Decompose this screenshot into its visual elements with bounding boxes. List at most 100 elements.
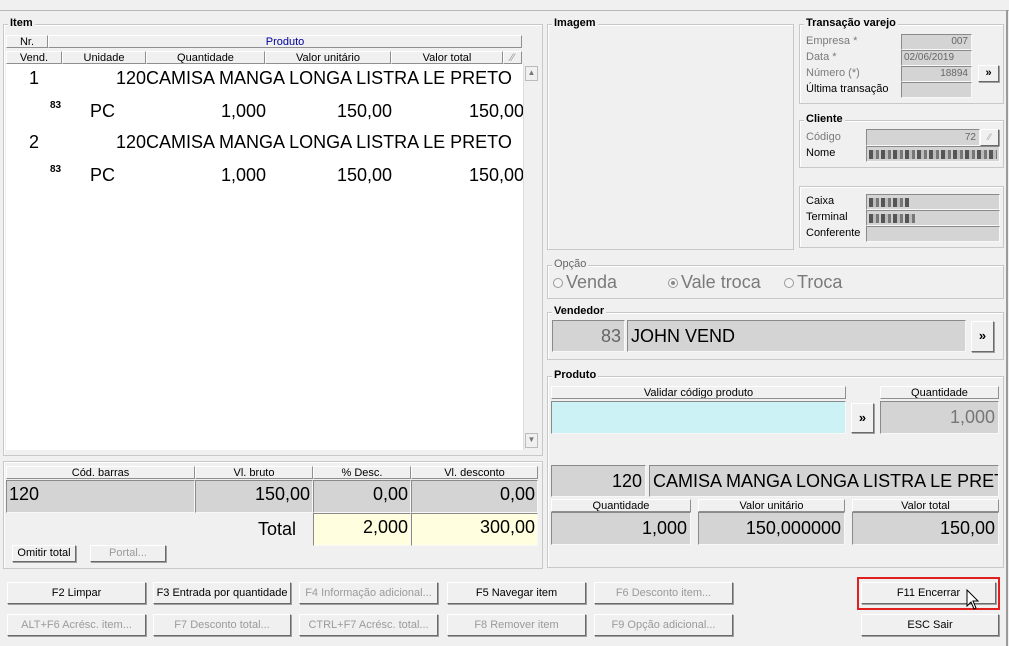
transacao-title: Transação varejo [804,17,898,29]
produto-quantidade-input[interactable]: 1,000 [880,401,999,434]
redacted-name [869,150,997,159]
radio-vale-troca-icon [668,278,678,289]
conferente-field [866,226,1000,242]
opcao-troca-radio[interactable]: Troca [784,272,842,293]
item-1-valor-unitario: 150,00 [336,101,392,121]
empresa-label: Empresa * [806,35,858,47]
vl-bruto-value: 150,00 [195,480,313,513]
produto-valor-unitario-header: Valor unitário [698,499,845,512]
col-valor-total-header[interactable]: Valor total [391,51,503,64]
item-grid-scrollbar[interactable]: ▲ ▼ [523,64,538,450]
f7-desconto-total-button[interactable]: F7 Desconto total... [153,614,291,636]
f8-remover-item-button[interactable]: F8 Remover item [447,614,586,636]
vendedor-title: Vendedor [552,305,607,317]
col-vl-desconto-header: Vl. desconto [411,466,538,479]
produto-valor-total-display: 150,00 [852,512,999,545]
produto-title: Produto [552,369,599,381]
produto-codigo-display: 120 [551,465,646,497]
col-unidade-header[interactable]: Unidade [62,51,146,64]
item-2-unidade: PC [90,165,116,185]
mouse-cursor-icon [966,589,980,610]
item-2-nr: 2 [28,132,39,152]
col-vend-header[interactable]: Vend. [6,51,62,64]
vendedor-nome-field: JOHN VEND [627,320,966,352]
col-vl-bruto-header: Vl. bruto [195,466,313,479]
cliente-codigo-field: 72 [866,129,980,146]
f6-desconto-item-button[interactable]: F6 Desconto item... [594,582,733,604]
column-chooser-icon[interactable]: ⁄⁄ [503,51,522,64]
cliente-nome-field [866,146,1000,162]
caixa-field [866,194,1000,210]
radio-venda-icon [553,278,563,289]
esc-sair-button[interactable]: ESC Sair [861,614,999,636]
item-1-quantidade: 1,000 [220,101,266,121]
col-produto-header[interactable]: Produto [48,35,522,48]
ctrl-f7-acresc-total-button[interactable]: CTRL+F7 Acrésc. total... [299,614,438,636]
produto-qtd-header: Quantidade [551,499,691,512]
total-label: Total [258,519,297,539]
terminal-field [866,210,1000,226]
window-top-strip [0,0,1009,11]
produto-codigo-input[interactable] [551,401,846,434]
item-1-nr: 1 [28,68,39,88]
omitir-total-button[interactable]: Omitir total [12,545,76,562]
data-label: Data * [806,51,837,63]
item-2-produto: 120CAMISA MANGA LONGA LISTRA LE PRETO [116,132,512,152]
item-2-vend: 83 [50,164,62,175]
numero-field: 18894 [901,66,972,82]
cliente-lookup-icon[interactable]: ⁄⁄ [980,129,999,146]
cliente-nome-label: Nome [806,147,836,159]
col-pct-desc-header: % Desc. [313,466,411,479]
ultima-transacao-field [901,82,972,98]
data-field: 02/06/2019 [901,50,972,66]
numero-label: Número (*) [806,67,860,79]
item-2-quantidade: 1,000 [220,165,266,185]
radio-troca-icon [784,278,794,289]
imagem-panel: Imagem [547,17,794,250]
vendedor-codigo-field: 83 [552,320,625,352]
col-nr-header[interactable]: Nr. [6,35,48,48]
f5-navegar-item-button[interactable]: F5 Navegar item [447,582,586,604]
item-1-unidade: PC [90,101,116,121]
total-quantidade-value: 2,000 [313,513,411,546]
cliente-title: Cliente [804,113,845,125]
produto-descricao-display: CAMISA MANGA LONGA LISTRA LE PRETO [649,465,999,497]
caixa-label: Caixa [806,195,835,207]
item-2-valor-unitario: 150,00 [336,165,392,185]
produto-qtd-display: 1,000 [551,512,691,545]
ultima-transacao-label: Última transação [806,83,889,95]
col-quantidade-header[interactable]: Quantidade [146,51,265,64]
conferente-label: Conferente [806,227,861,239]
produto-quantidade-header: Quantidade [880,386,999,399]
item-1-valor-total: 150,00 [468,101,524,121]
opcao-vale-troca-radio[interactable]: Vale troca [668,272,761,293]
item-1-vend: 83 [50,100,62,111]
item-2-valor-total: 150,00 [468,165,524,185]
imagem-title: Imagem [552,17,598,29]
produto-valor-total-header: Valor total [852,499,999,512]
f4-informacao-adicional-button[interactable]: F4 Informação adicional... [299,582,438,604]
f3-entrada-quantidade-button[interactable]: F3 Entrada por quantidade [153,582,291,604]
cod-barras-value: 120 [6,480,195,513]
scroll-down-icon[interactable]: ▼ [525,433,538,448]
produto-lookup-button[interactable]: » [851,403,874,433]
portal-button[interactable]: Portal... [90,545,166,562]
terminal-label: Terminal [806,211,848,223]
cliente-codigo-label: Código [806,131,841,143]
alt-f6-acresc-item-button[interactable]: ALT+F6 Acrésc. item... [7,614,146,636]
vl-desconto-value: 0,00 [411,480,538,513]
col-valor-unitario-header[interactable]: Valor unitário [265,51,391,64]
scroll-up-icon[interactable]: ▲ [525,66,538,81]
item-grid[interactable]: 1 120CAMISA MANGA LONGA LISTRA LE PRETO … [6,64,524,450]
pct-desc-value: 0,00 [313,480,411,513]
col-cod-barras-header: Cód. barras [6,466,195,479]
empresa-field: 007 [901,34,972,50]
vendedor-lookup-button[interactable]: » [971,321,994,352]
f9-opcao-adicional-button[interactable]: F9 Opção adicional... [594,614,733,636]
numero-lookup-button[interactable]: » [978,65,999,82]
opcao-title: Opção [552,258,589,270]
opcao-venda-radio[interactable]: Venda [553,272,617,293]
item-panel-title: Item [8,17,35,29]
item-1-produto: 120CAMISA MANGA LONGA LISTRA LE PRETO [116,68,512,88]
f2-limpar-button[interactable]: F2 Limpar [7,582,146,604]
